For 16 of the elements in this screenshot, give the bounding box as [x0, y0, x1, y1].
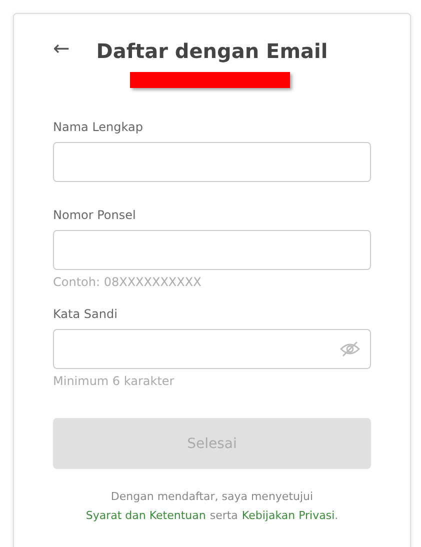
field-label: Nomor Ponsel [53, 208, 137, 222]
field-hint: Minimum 6 karakter [53, 374, 176, 388]
privacy-link[interactable]: Kebijakan Privasi [242, 509, 335, 522]
consent-text: Dengan mendaftar, saya menyetujui [110, 489, 314, 505]
field-label: Nama Lengkap [53, 120, 144, 134]
eye-slash-icon[interactable] [340, 341, 360, 357]
field-label: Kata Sandi [53, 307, 118, 321]
back-button[interactable]: ← [53, 36, 70, 60]
page-title: Daftar dengan Email [96, 39, 328, 63]
terms-link[interactable]: Syarat dan Ketentuan [86, 506, 206, 525]
field-hint: Contoh: 08XXXXXXXXXX [53, 275, 202, 289]
period-text: . [334, 509, 338, 522]
input-field[interactable] [53, 230, 371, 270]
input-field[interactable] [53, 329, 371, 369]
consent-text: serta [210, 508, 238, 524]
input-field[interactable] [53, 142, 371, 182]
